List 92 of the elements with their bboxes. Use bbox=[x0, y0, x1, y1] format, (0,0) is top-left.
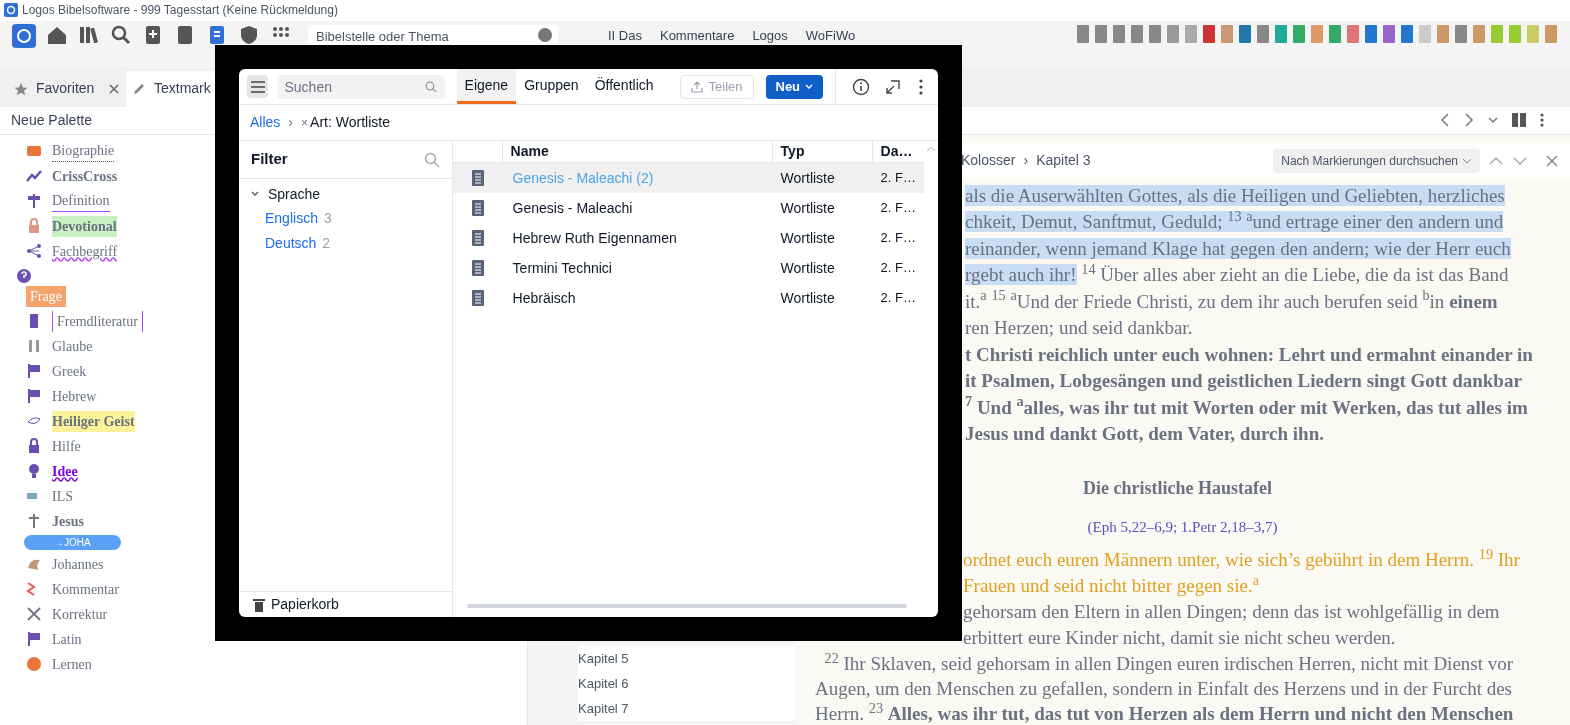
verse-text: Augen, um den Menschen zu gefallen, sondern in Einfalt des Herzens und in der Furcht des bbox=[815, 677, 1512, 700]
tag-pill: →JOHA bbox=[24, 535, 121, 550]
table-cell-text: 2. F… bbox=[879, 199, 917, 218]
table-cell-text: Wortliste bbox=[779, 258, 836, 278]
palette-item[interactable]: Korrektur bbox=[52, 603, 108, 625]
filter-option[interactable]: Englisch bbox=[265, 208, 318, 229]
tab[interactable]: Öffentlich bbox=[586, 69, 662, 104]
table-row[interactable]: Hebrew Ruth Eigennamen Wortliste 2. F… bbox=[452, 223, 924, 253]
table-cell-text: Genesis - Maleachi bbox=[511, 198, 634, 218]
verse-text: ordnet euch euren Männern unter, wie sich’s gebührt in dem Herrn. $^{19}$ Ihr bbox=[963, 546, 1520, 572]
palette-item[interactable]: Hilfe bbox=[52, 435, 81, 457]
table-row[interactable]: Termini Technici Wortliste 2. F… bbox=[452, 253, 924, 283]
table-row[interactable]: Genesis - Maleachi Wortliste 2. F… bbox=[452, 193, 924, 223]
new-button[interactable]: Neu bbox=[765, 74, 824, 99]
section-heading: Die christliche Haustafel bbox=[1083, 476, 1272, 500]
cross-reference[interactable]: (Eph 5,22–6,9; 1.Petr 2,18–3,7) bbox=[1087, 515, 1278, 538]
chapter-link[interactable]: Kapitel 7 bbox=[578, 696, 795, 721]
palette-item[interactable]: Fachbegriff bbox=[52, 240, 118, 262]
column-header[interactable]: Da… bbox=[872, 141, 924, 162]
filter-title: Filter bbox=[251, 149, 288, 170]
breadcrumb-filter: Art: Wortliste bbox=[310, 113, 390, 132]
table-cell-text: Wortliste bbox=[779, 288, 836, 308]
palette-item[interactable]: Kommentar bbox=[52, 578, 119, 600]
column-header[interactable]: Typ bbox=[772, 141, 873, 162]
palette-item[interactable]: Fremdliteratur bbox=[52, 310, 143, 332]
palette-title: Neue Palette bbox=[11, 110, 92, 130]
table-cell-text: Hebräisch bbox=[511, 288, 577, 308]
verse-text: reinander, wenn jemand Klage hat gegen den andern; wie der Herr euch bbox=[965, 237, 1511, 259]
table-cell-text: Wortliste bbox=[779, 228, 836, 248]
search-dropdown[interactable]: Nach Markierungen durchsuchen bbox=[1273, 148, 1480, 173]
table-cell-text: 2. F… bbox=[879, 229, 917, 248]
search-field[interactable]: Suchen bbox=[277, 74, 445, 99]
verse-text: it Psalmen, Lobgesängen und geistlichen Liedern singt Gott dankbar bbox=[965, 370, 1522, 391]
breadcrumb-separator: › bbox=[1023, 151, 1029, 170]
filter-option[interactable]: Deutsch bbox=[265, 233, 317, 254]
palette-item[interactable]: Greek bbox=[52, 360, 87, 382]
verse-text: Frauen und seid nicht bitter gegen sie.$^{a}$ bbox=[963, 572, 1259, 598]
chapter-link[interactable]: Kapitel 6 bbox=[578, 671, 795, 696]
filter-group[interactable]: Sprache bbox=[268, 183, 321, 205]
verse-text: Herrn. $^{23}$ Alles, was ihr tut, das tut von Herzen als dem Herrn und nicht den Menschen bbox=[815, 700, 1514, 725]
palette-item[interactable]: Devotional bbox=[52, 215, 117, 237]
filter-count: 3 bbox=[323, 209, 332, 228]
menu-item[interactable]: Logos bbox=[752, 25, 788, 45]
breadcrumb-link[interactable]: Kolosser bbox=[961, 150, 1016, 171]
verse-text: t Christi reichlich unter euch wohnen: Lehrt und ermahnt einander in bbox=[965, 343, 1533, 365]
palette-item[interactable]: ILS bbox=[52, 485, 73, 507]
chapter-link[interactable]: Kapitel 5 bbox=[578, 646, 795, 671]
table-row[interactable]: Hebräisch Wortliste 2. F… bbox=[452, 283, 924, 313]
table-cell-text: Genesis - Maleachi (2) bbox=[511, 168, 655, 188]
document-tab[interactable]: Favoriten bbox=[8, 70, 126, 107]
palette-item[interactable]: Johannes bbox=[52, 553, 104, 575]
verse-text: gehorsam den Eltern in allen Dingen; denn das ist wohlgefällig in dem bbox=[963, 600, 1500, 624]
menu-item[interactable]: II Das bbox=[608, 25, 642, 45]
menu-item[interactable]: WoFiWo bbox=[805, 25, 856, 45]
verse-text: Jesus und dankt Gott, dem Vater, durch ihn. bbox=[965, 423, 1324, 444]
remove-filter-button[interactable]: × bbox=[301, 113, 309, 132]
palette-item[interactable]: Hebrew bbox=[52, 385, 97, 407]
verse-text: chkeit, Demut, Sanftmut, Geduld; $^{13}$ $^{a}$und ertrage einer den andern und bbox=[965, 211, 1504, 232]
verse-text: $^{7}$ Und $^{a}$alles, was ihr tut mit Worten oder mit Werken, das tut alles im bbox=[965, 396, 1528, 418]
filter-count: 2 bbox=[322, 234, 331, 253]
table-row[interactable]: Genesis - Maleachi (2) Wortliste 2. F… bbox=[452, 163, 924, 193]
breadcrumb-link[interactable]: Alles bbox=[250, 112, 281, 133]
palette-item[interactable]: CrissCross bbox=[52, 165, 118, 187]
table-cell-text: Termini Technici bbox=[511, 258, 613, 278]
palette-item[interactable]: Jesus bbox=[52, 510, 84, 532]
verse-text: $^{14}$ Über alles aber zieht an die Liebe, die da ist das Band bbox=[1080, 264, 1509, 285]
table-cell-text: 2. F… bbox=[879, 259, 917, 278]
palette-item[interactable]: Biographie bbox=[52, 140, 115, 162]
table-cell-text: Hebrew Ruth Eigennamen bbox=[511, 228, 678, 248]
window-title: Logos Bibelsoftware - 999 Tagesstart (Keine Rückmeldung) bbox=[22, 2, 338, 20]
palette-item[interactable]: Latin bbox=[52, 628, 82, 650]
table-cell-text: Wortliste bbox=[779, 198, 836, 218]
palette-item[interactable]: Definition bbox=[52, 190, 110, 212]
verse-text: erbittert eure Kinder nicht, damit sie nicht scheu werden. bbox=[963, 626, 1396, 650]
palette-item[interactable]: Idee bbox=[52, 460, 78, 482]
table-cell-text: 2. F… bbox=[879, 289, 917, 308]
verse-text: als die Auserwählten Gottes, als die Heiligen und Geliebten, herzliches bbox=[965, 184, 1505, 206]
menu-item[interactable]: Kommentare bbox=[659, 25, 735, 45]
table-cell-text: Wortliste bbox=[779, 168, 836, 188]
breadcrumb-link[interactable]: Kapitel 3 bbox=[1036, 150, 1091, 171]
verse-text: rgebt auch ihr! bbox=[965, 264, 1077, 285]
trash-link[interactable]: Papierkorb bbox=[271, 594, 339, 615]
breadcrumb-separator: › bbox=[288, 113, 294, 132]
tab[interactable]: Eigene bbox=[456, 69, 517, 104]
table-cell-text: 2. F… bbox=[879, 169, 917, 188]
palette-item[interactable]: Heiliger Geist bbox=[52, 410, 135, 432]
tab[interactable]: Gruppen bbox=[516, 69, 587, 104]
column-header[interactable]: Name bbox=[502, 141, 773, 162]
verse-text: ren Herzen; und seid dankbar. bbox=[965, 317, 1193, 338]
palette-item[interactable]: Lernen bbox=[52, 653, 92, 675]
palette-item[interactable]: Glaube bbox=[52, 335, 93, 357]
verse-text: $^{22}$ Ihr Sklaven, seid gehorsam in allen Dingen euren irdischen Herren, nicht mit Dienst vor bbox=[823, 650, 1514, 675]
